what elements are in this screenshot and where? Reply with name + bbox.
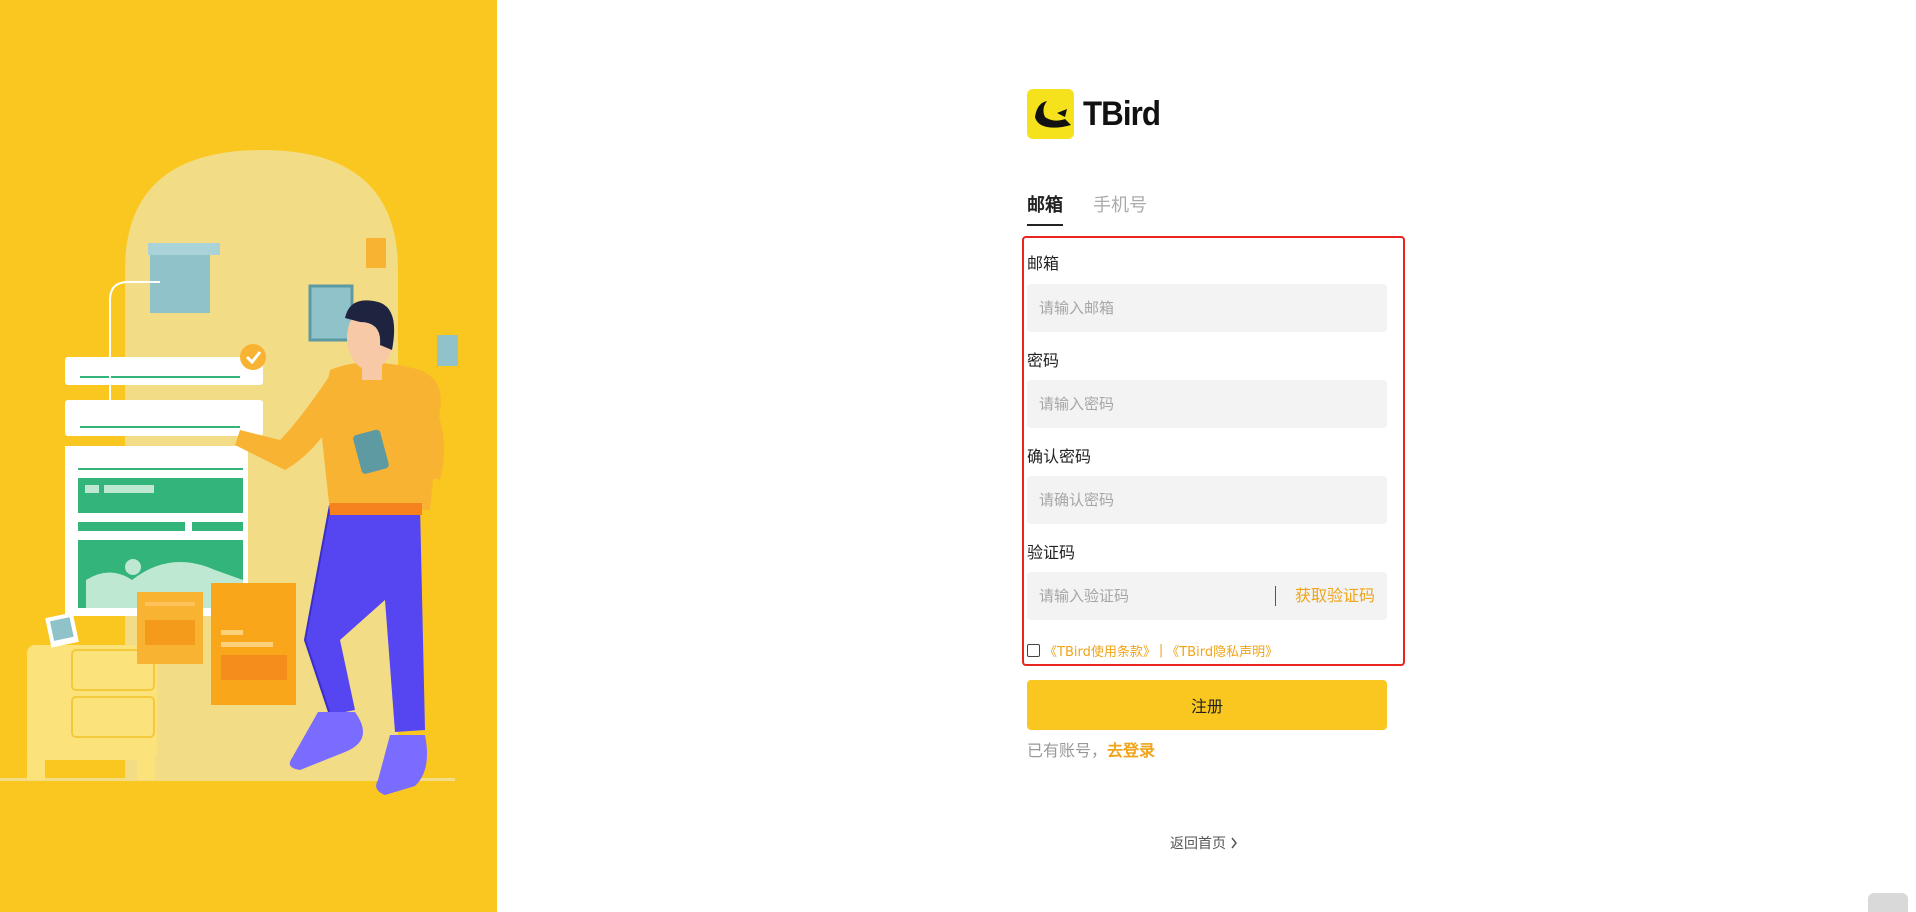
login-method-tabs: 邮箱 手机号	[1027, 194, 1177, 226]
back-home-label: 返回首页	[1170, 836, 1226, 852]
tab-phone[interactable]: 手机号	[1093, 194, 1147, 226]
back-home-link[interactable]: 返回首页	[1170, 835, 1238, 853]
verification-code-field[interactable]	[1027, 572, 1267, 620]
email-field[interactable]	[1027, 284, 1387, 332]
agreement-separator: |	[1158, 642, 1164, 658]
illustration-panel	[0, 0, 497, 912]
brand-logo[interactable]: TBird	[1027, 89, 1167, 139]
agreement-checkbox[interactable]	[1027, 643, 1040, 657]
email-label: 邮箱	[1027, 254, 1060, 273]
verification-code-row: 获取验证码	[1027, 572, 1387, 620]
chevron-right-icon	[1231, 837, 1238, 849]
register-button[interactable]: 注册	[1027, 680, 1387, 730]
privacy-link[interactable]: 《TBird隐私声明》	[1166, 641, 1278, 660]
tab-email[interactable]: 邮箱	[1027, 194, 1063, 226]
go-login-link[interactable]: 去登录	[1107, 741, 1155, 760]
brand-name: TBird	[1083, 94, 1161, 133]
code-divider	[1275, 586, 1276, 606]
password-label: 密码	[1027, 351, 1060, 370]
agreement-row: 《TBird使用条款》 | 《TBird隐私声明》	[1027, 640, 1278, 660]
bird-logo-icon	[1027, 89, 1075, 139]
login-prompt-text: 已有账号，	[1027, 741, 1108, 760]
terms-link[interactable]: 《TBird使用条款》	[1044, 641, 1156, 660]
signup-illustration	[0, 150, 458, 795]
confirm-password-field[interactable]	[1027, 476, 1387, 524]
password-field[interactable]	[1027, 380, 1387, 428]
get-code-button[interactable]: 获取验证码	[1295, 572, 1375, 620]
verification-code-label: 验证码	[1027, 543, 1076, 562]
confirm-password-label: 确认密码	[1027, 447, 1092, 466]
settings-icon[interactable]	[1868, 893, 1908, 912]
login-prompt: 已有账号，去登录	[1027, 740, 1155, 762]
